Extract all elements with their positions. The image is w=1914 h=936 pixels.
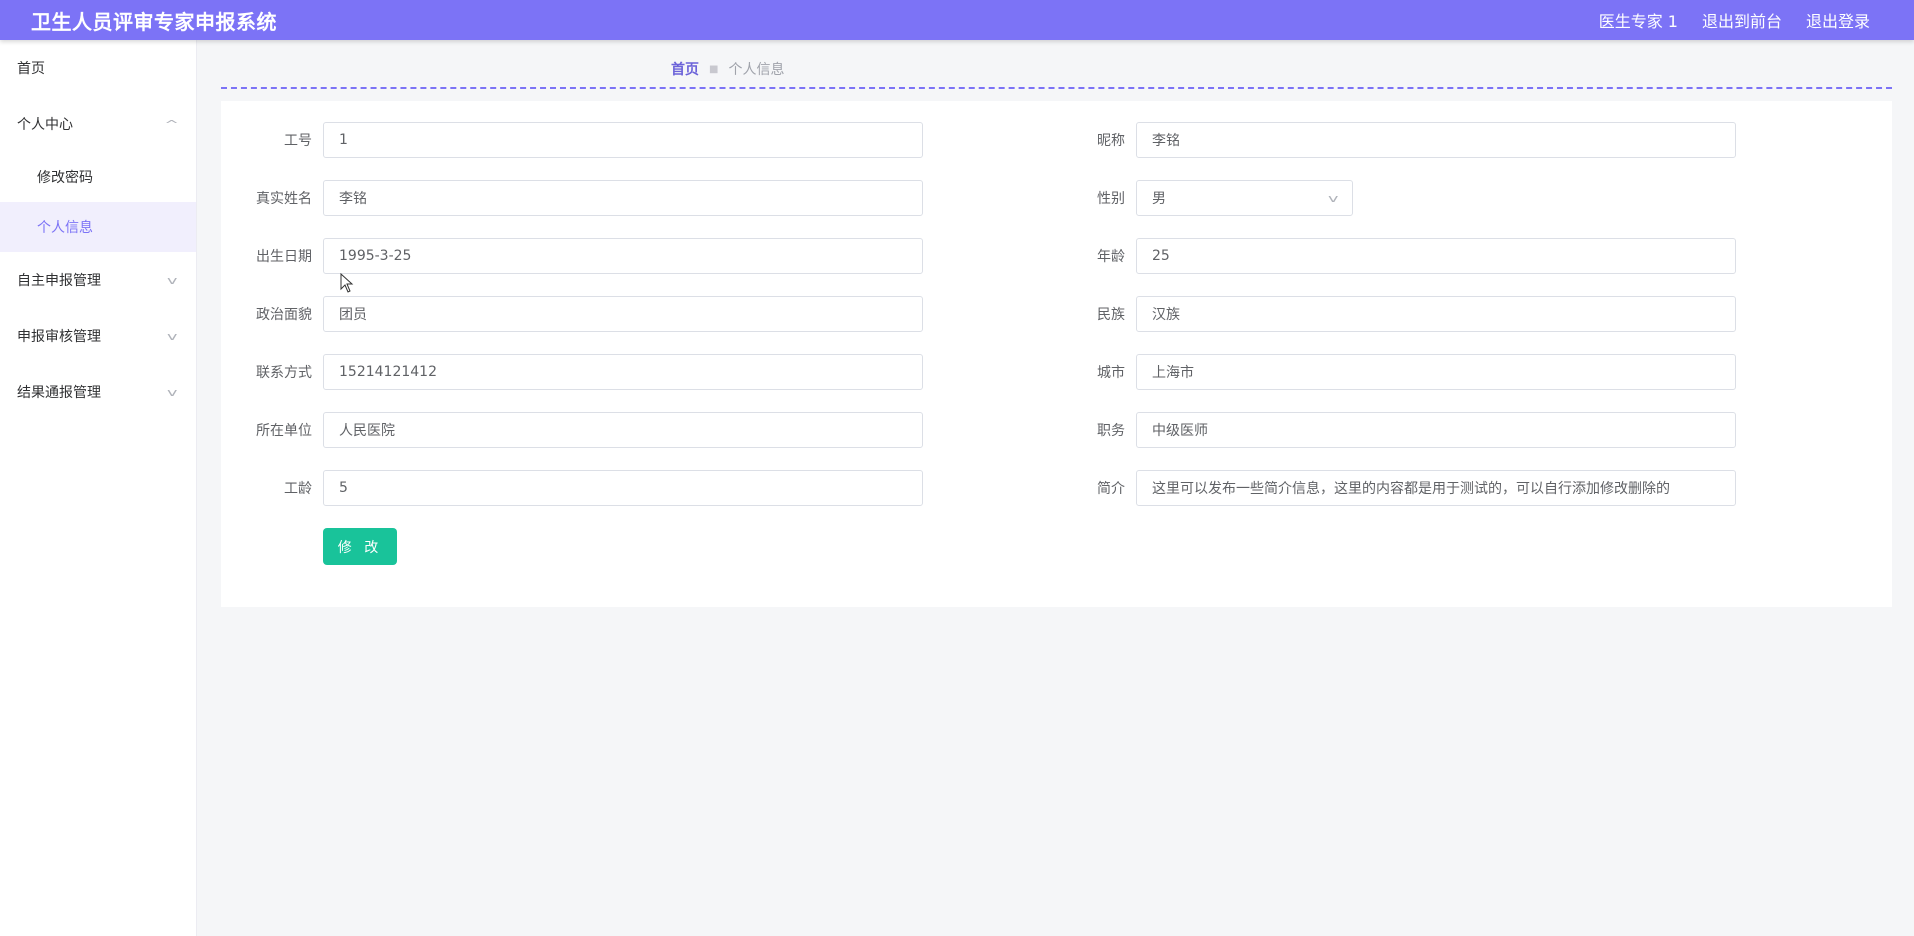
logout-link[interactable]: 退出登录	[1806, 8, 1870, 32]
top-header: 卫生人员评审专家申报系统 医生专家 1 退出到前台 退出登录	[0, 0, 1914, 40]
sidebar-subitem-change-password[interactable]: 修改密码	[0, 152, 196, 202]
field-label: 职务	[1097, 423, 1125, 439]
field-label: 民族	[1097, 307, 1125, 323]
field-label: 联系方式	[256, 365, 312, 381]
sidebar: 首页 个人中心 ^ 修改密码 个人信息 自主申报管理 v 申报审核管理 v 结果…	[0, 40, 197, 936]
gender-select-value: 男	[1152, 191, 1166, 207]
breadcrumb-home[interactable]: 首页	[671, 59, 699, 79]
sidebar-item-label: 个人信息	[37, 220, 93, 236]
age-input[interactable]: 25	[1136, 238, 1736, 274]
contact-input[interactable]: 15214121412	[323, 354, 923, 390]
chevron-up-icon: ^	[164, 117, 179, 131]
field-birth-date: 出生日期 1995-3-25	[233, 238, 923, 274]
intro-input[interactable]: 这里可以发布一些简介信息，这里的内容都是用于测试的，可以自行添加修改删除的	[1136, 470, 1736, 506]
political-status-input[interactable]: 团员	[323, 296, 923, 332]
field-organization: 所在单位 人民医院	[233, 412, 923, 448]
sidebar-item-label: 首页	[17, 61, 45, 77]
back-to-front-link[interactable]: 退出到前台	[1702, 8, 1782, 32]
field-label: 所在单位	[256, 423, 312, 439]
field-label: 政治面貌	[256, 307, 312, 323]
field-label: 简介	[1097, 481, 1125, 497]
field-job-no: 工号 1	[233, 122, 923, 158]
ethnicity-input[interactable]: 汉族	[1136, 296, 1736, 332]
field-gender: 性别 男 v	[1046, 180, 1353, 216]
sidebar-item-label: 修改密码	[37, 170, 93, 186]
chevron-down-icon: v	[1328, 191, 1339, 205]
field-political-status: 政治面貌 团员	[233, 296, 923, 332]
sidebar-item-home[interactable]: 首页	[0, 40, 196, 96]
field-contact: 联系方式 15214121412	[233, 354, 923, 390]
field-label: 真实姓名	[256, 191, 312, 207]
chevron-down-icon: v	[167, 329, 178, 343]
field-nickname: 昵称 李铭	[1046, 122, 1736, 158]
header-actions: 医生专家 1 退出到前台 退出登录	[1575, 8, 1870, 32]
chevron-down-icon: v	[167, 385, 178, 399]
field-intro: 简介 这里可以发布一些简介信息，这里的内容都是用于测试的，可以自行添加修改删除的	[1046, 470, 1736, 506]
field-city: 城市 上海市	[1046, 354, 1736, 390]
field-label: 年龄	[1097, 249, 1125, 265]
field-ethnicity: 民族 汉族	[1046, 296, 1736, 332]
real-name-input[interactable]: 李铭	[323, 180, 923, 216]
work-years-input[interactable]: 5	[323, 470, 923, 506]
submit-button[interactable]: 修 改	[323, 528, 397, 565]
breadcrumb-separator-icon: ■	[709, 63, 719, 75]
field-work-years: 工龄 5	[233, 470, 923, 506]
chevron-down-icon: v	[167, 273, 178, 287]
sidebar-item-personal-center[interactable]: 个人中心 ^	[0, 96, 196, 152]
field-label: 出生日期	[256, 249, 312, 265]
sidebar-item-result-notify[interactable]: 结果通报管理 v	[0, 364, 196, 420]
breadcrumb: 首页 ■ 个人信息	[671, 59, 784, 79]
field-real-name: 真实姓名 李铭	[233, 180, 923, 216]
gender-select[interactable]: 男 v	[1136, 180, 1353, 216]
field-label: 昵称	[1097, 133, 1125, 149]
sidebar-item-label: 个人中心	[17, 117, 73, 133]
nickname-input[interactable]: 李铭	[1136, 122, 1736, 158]
personal-info-form: 工号 1 真实姓名 李铭 出生日期 1995-3-25 政治面貌 团员 联系方式…	[221, 101, 1892, 607]
mouse-cursor-icon	[340, 273, 354, 293]
app-title: 卫生人员评审专家申报系统	[31, 9, 277, 34]
field-label: 城市	[1097, 365, 1125, 381]
field-label: 性别	[1097, 191, 1125, 207]
field-label: 工龄	[284, 481, 312, 497]
position-input[interactable]: 中级医师	[1136, 412, 1736, 448]
city-input[interactable]: 上海市	[1136, 354, 1736, 390]
sidebar-item-label: 结果通报管理	[17, 385, 101, 401]
field-age: 年龄 25	[1046, 238, 1736, 274]
organization-input[interactable]: 人民医院	[323, 412, 923, 448]
birth-date-input[interactable]: 1995-3-25	[323, 238, 923, 274]
field-label: 工号	[284, 133, 312, 149]
sidebar-subitem-personal-info[interactable]: 个人信息	[0, 202, 196, 252]
sidebar-item-label: 自主申报管理	[17, 273, 101, 289]
sidebar-item-label: 申报审核管理	[17, 329, 101, 345]
current-user-label: 医生专家 1	[1598, 12, 1678, 31]
breadcrumb-divider	[221, 87, 1892, 89]
sidebar-item-self-declare[interactable]: 自主申报管理 v	[0, 252, 196, 308]
field-position: 职务 中级医师	[1046, 412, 1736, 448]
job-no-input[interactable]: 1	[323, 122, 923, 158]
sidebar-item-declare-review[interactable]: 申报审核管理 v	[0, 308, 196, 364]
breadcrumb-current: 个人信息	[728, 62, 785, 78]
